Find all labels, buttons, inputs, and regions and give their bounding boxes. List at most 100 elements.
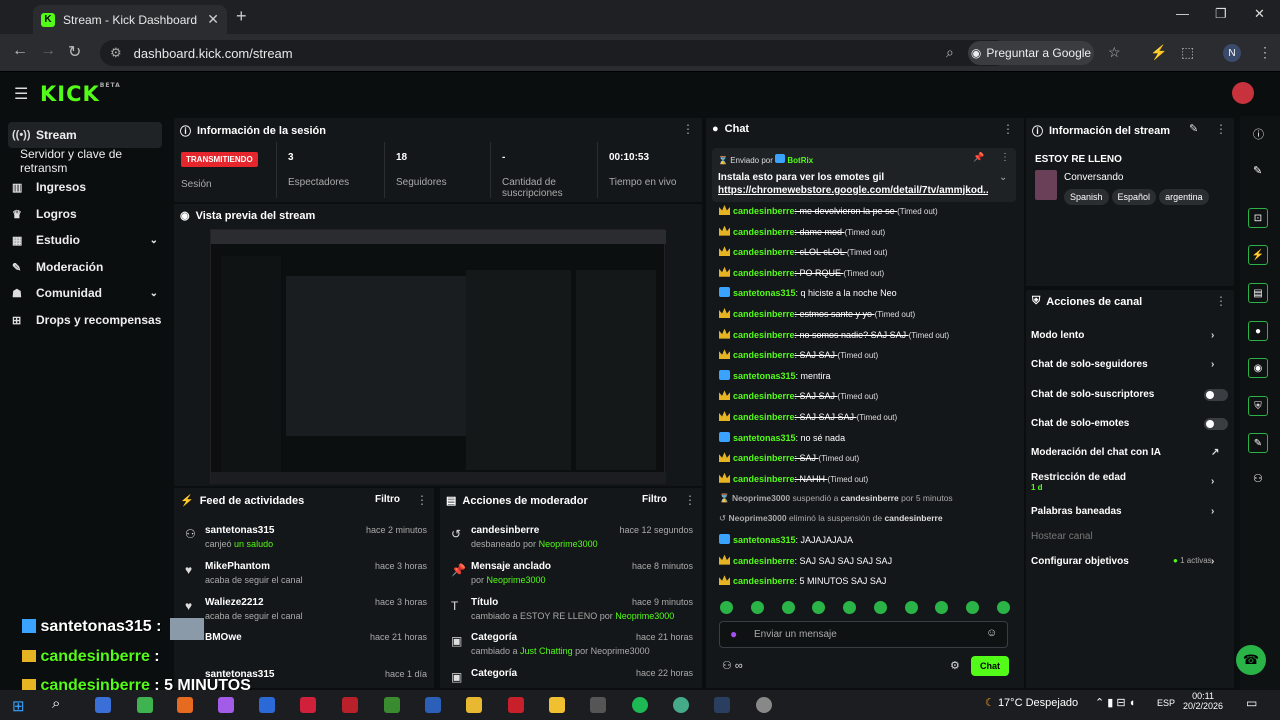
feed-menu-icon[interactable]: ⋮: [416, 493, 428, 507]
chat-message[interactable]: candesinberre: estmos sante y yo (Timed …: [719, 308, 915, 319]
info-icon[interactable]: ⓘ: [1253, 126, 1264, 142]
channel-menu-icon[interactable]: ⋮: [1215, 294, 1227, 308]
chat-settings-icon[interactable]: ⚙: [950, 659, 960, 672]
chat-menu-icon[interactable]: ⋮: [1002, 122, 1014, 136]
chat-message[interactable]: candesinberre: me devolvieron la pe se (…: [719, 205, 938, 216]
help-icon[interactable]: ☎: [1236, 645, 1266, 675]
sidebar-item-moderacion[interactable]: ✎ Moderación: [8, 254, 103, 280]
rail-btn-3-icon[interactable]: ▤: [1248, 283, 1268, 303]
session-menu-icon[interactable]: ⋮: [682, 122, 694, 136]
extensions-icon[interactable]: ⬚: [1181, 44, 1194, 61]
back-icon[interactable]: ←: [12, 42, 28, 60]
app-icon[interactable]: [95, 697, 111, 713]
pinned-menu-icon[interactable]: ⋮: [1000, 152, 1010, 163]
chat-message[interactable]: candesinberre: PO RQUE (Timed out): [719, 266, 884, 278]
send-chat-button[interactable]: Chat: [971, 656, 1009, 676]
emotes-only-toggle[interactable]: [1204, 418, 1228, 430]
edit-icon[interactable]: ✎: [1189, 122, 1198, 135]
app-icon[interactable]: [259, 697, 275, 713]
app-icon[interactable]: [508, 697, 524, 713]
firefox-icon[interactable]: [177, 697, 193, 713]
user-avatar[interactable]: [1232, 82, 1254, 104]
word-icon[interactable]: [425, 697, 441, 713]
stream-preview-video[interactable]: [210, 229, 666, 484]
close-tab-icon[interactable]: ✕: [207, 11, 219, 28]
sidebar-item-logros[interactable]: ♛ Logros: [8, 201, 77, 227]
modactions-menu-icon[interactable]: ⋮: [684, 493, 696, 507]
site-info-icon[interactable]: ⚙: [110, 45, 122, 61]
window-close-icon[interactable]: ✕: [1254, 6, 1265, 22]
kick-logo[interactable]: KICKBETA: [40, 82, 121, 106]
goals-row[interactable]: Configurar objetivos ● 1 activas ›: [1031, 556, 1214, 567]
zoom-icon[interactable]: ⌕: [946, 44, 954, 61]
sidebar-item-server-key[interactable]: Servidor y clave de retransm: [20, 147, 172, 175]
streaminfo-menu-icon[interactable]: ⋮: [1215, 122, 1227, 136]
minecraft-icon[interactable]: [384, 697, 400, 713]
emote-bar[interactable]: [720, 601, 1010, 617]
rail-btn-2-icon[interactable]: ⚡: [1248, 245, 1268, 265]
chevron-down-icon[interactable]: ⌄: [999, 172, 1007, 183]
chat-message[interactable]: santetonas315: no sé nada: [719, 431, 845, 443]
7tv-extension-icon[interactable]: ⚡: [1150, 44, 1167, 61]
rail-btn-5-icon[interactable]: ◉: [1248, 358, 1268, 378]
url-field[interactable]: ⚙ dashboard.kick.com/stream: [100, 40, 1008, 66]
chat-message[interactable]: candesinberre: SAJ (Timed out): [719, 452, 859, 463]
browser-menu-icon[interactable]: ⋮: [1258, 44, 1272, 61]
spotify-icon[interactable]: [632, 697, 648, 713]
sidebar-item-estudio[interactable]: ▦ Estudio ⌄: [8, 227, 162, 253]
tray-icons[interactable]: ⌃ ▮ ⊟ ◖: [1095, 696, 1135, 709]
chat-message[interactable]: santetonas315: JAJAJAJAJA: [719, 534, 853, 545]
folder-icon[interactable]: [466, 697, 482, 713]
chat-message[interactable]: candesinberre: dame mod (Timed out): [719, 225, 885, 237]
pinned-link[interactable]: https://chromewebstore.google.com/detail…: [718, 185, 988, 196]
rail-btn-6-icon[interactable]: ⛨: [1248, 396, 1268, 416]
chat-message[interactable]: candesinberre: SAJ SAJ SAJ (Timed out): [719, 411, 897, 422]
app-icon[interactable]: [218, 697, 234, 713]
forward-icon[interactable]: →: [40, 42, 56, 60]
rail-btn-1-icon[interactable]: ⊡: [1248, 208, 1268, 228]
rail-btn-7-icon[interactable]: ✎: [1248, 433, 1268, 453]
maximize-icon[interactable]: ❐: [1215, 6, 1227, 22]
chat-message[interactable]: candesinberre: no somos nadie? SAJ SAJ (…: [719, 328, 949, 340]
slow-mode-row[interactable]: Modo lento ›: [1031, 330, 1214, 341]
age-restriction-row[interactable]: Restricción de edad 1 d ›: [1031, 472, 1214, 492]
chat-message[interactable]: candesinberre: SAJ SAJ (Timed out): [719, 390, 878, 401]
rail-btn-4-icon[interactable]: ●: [1248, 321, 1268, 341]
chrome-icon[interactable]: [137, 697, 153, 713]
chat-message[interactable]: candesinberre: cLOL cLOL (Timed out): [719, 246, 888, 257]
notification-icon[interactable]: ▭: [1246, 696, 1257, 710]
windows-start-icon[interactable]: ⊞: [12, 697, 25, 715]
points-icon[interactable]: ⚇ ∞: [722, 659, 743, 672]
community-icon[interactable]: ⚇: [1253, 472, 1263, 485]
clock[interactable]: 00:11 20/2/2026: [1183, 691, 1223, 711]
ask-google-button[interactable]: ◉ Preguntar a Google: [968, 41, 1094, 65]
search-icon[interactable]: ⌕: [52, 695, 60, 712]
hamburger-menu-icon[interactable]: ☰: [14, 84, 28, 104]
host-channel-row[interactable]: Hostear canal: [1031, 531, 1093, 542]
banned-words-row[interactable]: Palabras baneadas ›: [1031, 506, 1214, 517]
subs-only-toggle[interactable]: [1204, 389, 1228, 401]
bookmark-star-icon[interactable]: ☆: [1108, 44, 1121, 61]
mic-icon[interactable]: ●: [730, 627, 737, 641]
browser-tab[interactable]: K Stream - Kick Dashboard ✕: [33, 5, 227, 34]
new-tab-icon[interactable]: +: [236, 6, 247, 27]
steam-icon[interactable]: [714, 697, 730, 713]
chat-input[interactable]: Enviar un mensaje: [719, 621, 1008, 648]
chat-message[interactable]: candesinberre: NAHH (Timed out): [719, 472, 868, 484]
app-icon[interactable]: [756, 697, 772, 713]
sidebar-item-stream[interactable]: ((•)) Stream: [8, 122, 162, 148]
pinned-message[interactable]: ⌛ Enviado por BotRix Instala esto para v…: [712, 148, 1016, 202]
sidebar-item-comunidad[interactable]: ☗ Comunidad ⌄: [8, 280, 162, 306]
sidebar-item-ingresos[interactable]: ▥ Ingresos: [8, 174, 86, 200]
chrome-icon[interactable]: [549, 697, 565, 713]
modactions-filter-button[interactable]: Filtro: [642, 494, 667, 505]
minimize-icon[interactable]: —: [1176, 6, 1189, 21]
feed-filter-button[interactable]: Filtro: [375, 494, 400, 505]
language-indicator[interactable]: ESP: [1157, 698, 1175, 708]
chat-message[interactable]: candesinberre: SAJ SAJ (Timed out): [719, 349, 878, 360]
edit-icon[interactable]: ✎: [1253, 164, 1262, 177]
chat-message[interactable]: candesinberre: 5 MINUTOS SAJ SAJ: [719, 575, 886, 586]
obs-icon[interactable]: [590, 697, 606, 713]
sidebar-item-drops[interactable]: ⊞ Drops y recompensas: [8, 307, 161, 333]
chrome-icon[interactable]: [673, 697, 689, 713]
